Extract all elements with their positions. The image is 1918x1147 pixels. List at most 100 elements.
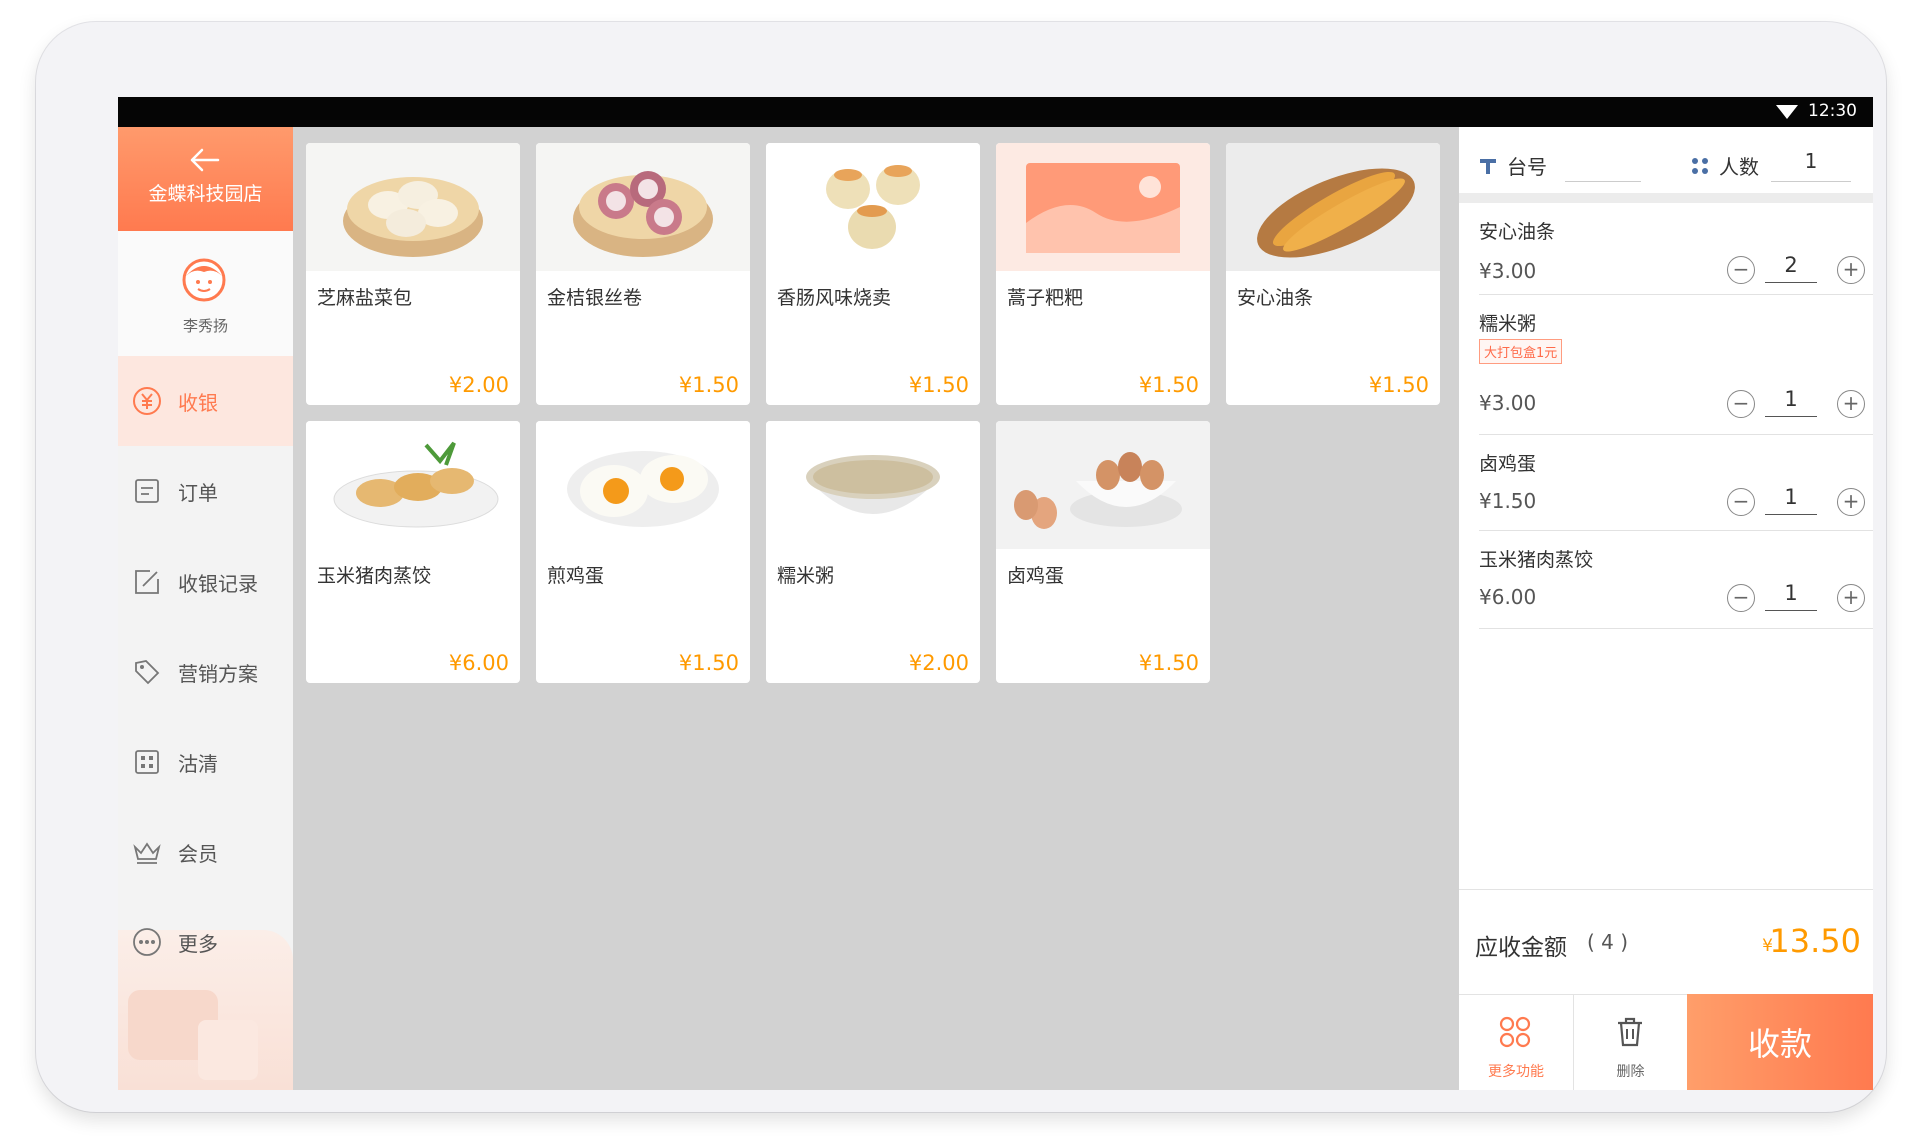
shaomai-image	[766, 143, 980, 271]
table-number-input[interactable]	[1565, 181, 1641, 182]
order-item-name: 卤鸡蛋	[1479, 453, 1537, 475]
more-functions-label: 更多功能	[1488, 1064, 1544, 1080]
product-card[interactable]: 金桔银丝卷 ¥1.50	[536, 143, 750, 405]
apps-icon	[1499, 1016, 1531, 1048]
product-name: 安心油条	[1237, 287, 1314, 309]
fried-dough-image	[1226, 143, 1440, 271]
product-name: 金桔银丝卷	[547, 287, 643, 309]
table-info-row: 台号 人数 1	[1459, 127, 1873, 203]
minus-button[interactable]: −	[1727, 256, 1755, 284]
more-icon	[133, 928, 161, 956]
fried-eggs-image	[536, 421, 750, 549]
order-item-price: ¥3.00	[1479, 259, 1537, 283]
product-card[interactable]: 香肠风味烧卖 ¥1.50	[766, 143, 980, 405]
app-screen: 12:30 金蝶科技园店 李秀扬 收银 订单 收银记录 营销方案 沽清 会员 更…	[118, 97, 1873, 1090]
product-card[interactable]: 玉米猪肉蒸饺 ¥6.00	[306, 421, 520, 683]
eggs-image	[996, 421, 1210, 549]
minus-button[interactable]: −	[1727, 488, 1755, 516]
tag-icon	[135, 660, 160, 685]
product-name: 芝麻盐菜包	[317, 287, 413, 309]
sidebar-item-members[interactable]: 会员	[118, 807, 293, 897]
checkout-button[interactable]: 收款	[1687, 994, 1873, 1090]
plus-button[interactable]: +	[1837, 584, 1865, 612]
people-count-input[interactable]	[1771, 181, 1851, 182]
product-price: ¥2.00	[448, 373, 509, 397]
product-name: 香肠风味烧卖	[777, 287, 892, 309]
order-item[interactable]: 玉米猪肉蒸饺 ¥6.00 − 1 +	[1479, 531, 1873, 629]
crown-icon	[133, 842, 161, 864]
product-card[interactable]: 糯米粥 ¥2.00	[766, 421, 980, 683]
action-bar: 更多功能 删除 收款	[1459, 994, 1873, 1090]
delete-button[interactable]: 删除	[1574, 994, 1687, 1090]
order-item[interactable]: 安心油条 ¥3.00 − 2 +	[1479, 203, 1873, 295]
product-price: ¥2.00	[908, 651, 969, 675]
product-card[interactable]: 蒿子粑粑 ¥1.50	[996, 143, 1210, 405]
sidebar-item-cashier[interactable]: 收银	[118, 356, 293, 446]
product-card[interactable]: 芝麻盐菜包 ¥2.00	[306, 143, 520, 405]
order-item-price: ¥6.00	[1479, 585, 1537, 609]
more-functions-button[interactable]: 更多功能	[1459, 994, 1574, 1090]
trash-icon	[1618, 1017, 1642, 1047]
quantity-value[interactable]: 1	[1765, 485, 1817, 515]
product-name: 玉米猪肉蒸饺	[317, 565, 432, 587]
plus-button[interactable]: +	[1837, 488, 1865, 516]
product-name: 煎鸡蛋	[547, 565, 605, 587]
sidebar-item-label: 收银	[178, 390, 218, 415]
sidebar: 金蝶科技园店 李秀扬 收银 订单 收银记录 营销方案 沽清 会员 更多	[118, 127, 293, 1090]
order-panel: 台号 人数 1 安心油条 ¥3.00 − 2 + 糯米粥 大打包盒1元 ¥3.0…	[1459, 127, 1873, 1090]
plus-button[interactable]: +	[1837, 390, 1865, 418]
quantity-stepper: − 1 +	[1727, 581, 1865, 613]
porridge-image	[766, 421, 980, 549]
order-item-price: ¥1.50	[1479, 489, 1537, 513]
image-placeholder-icon	[996, 143, 1210, 271]
total-label: 应收金额	[1475, 935, 1567, 961]
order-item-price: ¥3.00	[1479, 391, 1537, 415]
table-icon	[1480, 159, 1496, 174]
sidebar-item-orders[interactable]: 订单	[118, 446, 293, 536]
people-icon	[1692, 158, 1708, 174]
sidebar-item-label: 更多	[178, 931, 218, 956]
product-card[interactable]: 煎鸡蛋 ¥1.50	[536, 421, 750, 683]
sidebar-item-soldout[interactable]: 沽清	[118, 717, 293, 807]
user-name: 李秀扬	[182, 317, 228, 335]
product-name: 卤鸡蛋	[1007, 565, 1065, 587]
order-item[interactable]: 卤鸡蛋 ¥1.50 − 1 +	[1479, 435, 1873, 531]
minus-button[interactable]: −	[1727, 390, 1755, 418]
people-label: 人数	[1719, 155, 1759, 179]
people-count-value: 1	[1804, 149, 1818, 173]
quantity-stepper: − 1 +	[1727, 387, 1865, 419]
steamed-buns-image	[306, 143, 520, 271]
order-item-name: 玉米猪肉蒸饺	[1479, 549, 1594, 571]
table-label: 台号	[1507, 155, 1547, 179]
sidebar-item-label: 订单	[178, 480, 218, 505]
product-price: ¥1.50	[678, 651, 739, 675]
quantity-value[interactable]: 2	[1765, 253, 1817, 283]
status-time: 12:30	[1808, 101, 1857, 121]
cashier-icon	[133, 387, 161, 415]
dumplings-image	[306, 421, 520, 549]
product-name: 糯米粥	[777, 565, 835, 587]
quantity-value[interactable]: 1	[1765, 387, 1817, 417]
product-card[interactable]: 卤鸡蛋 ¥1.50	[996, 421, 1210, 683]
product-name: 蒿子粑粑	[1007, 287, 1084, 309]
sidebar-item-label: 沽清	[178, 751, 218, 776]
quantity-stepper: − 1 +	[1727, 485, 1865, 517]
quantity-value[interactable]: 1	[1765, 581, 1817, 611]
store-header: 金蝶科技园店	[118, 127, 293, 231]
sidebar-item-records[interactable]: 收银记录	[118, 537, 293, 627]
silver-rolls-image	[536, 143, 750, 271]
user-block[interactable]: 李秀扬	[118, 231, 293, 356]
order-item[interactable]: 糯米粥 大打包盒1元 ¥3.00 − 1 +	[1479, 295, 1873, 435]
product-price: ¥1.50	[1368, 373, 1429, 397]
sidebar-item-marketing[interactable]: 营销方案	[118, 627, 293, 717]
order-item-name: 糯米粥	[1479, 313, 1537, 335]
delete-label: 删除	[1616, 1064, 1645, 1080]
store-name: 金蝶科技园店	[148, 183, 263, 205]
minus-button[interactable]: −	[1727, 584, 1755, 612]
product-card[interactable]: 安心油条 ¥1.50	[1226, 143, 1440, 405]
tablet-frame: 12:30 金蝶科技园店 李秀扬 收银 订单 收银记录 营销方案 沽清 会员 更…	[36, 22, 1886, 1112]
order-icon	[135, 479, 159, 503]
plus-button[interactable]: +	[1837, 256, 1865, 284]
sidebar-item-more[interactable]: 更多	[118, 897, 293, 987]
back-arrow-icon[interactable]	[189, 147, 221, 173]
